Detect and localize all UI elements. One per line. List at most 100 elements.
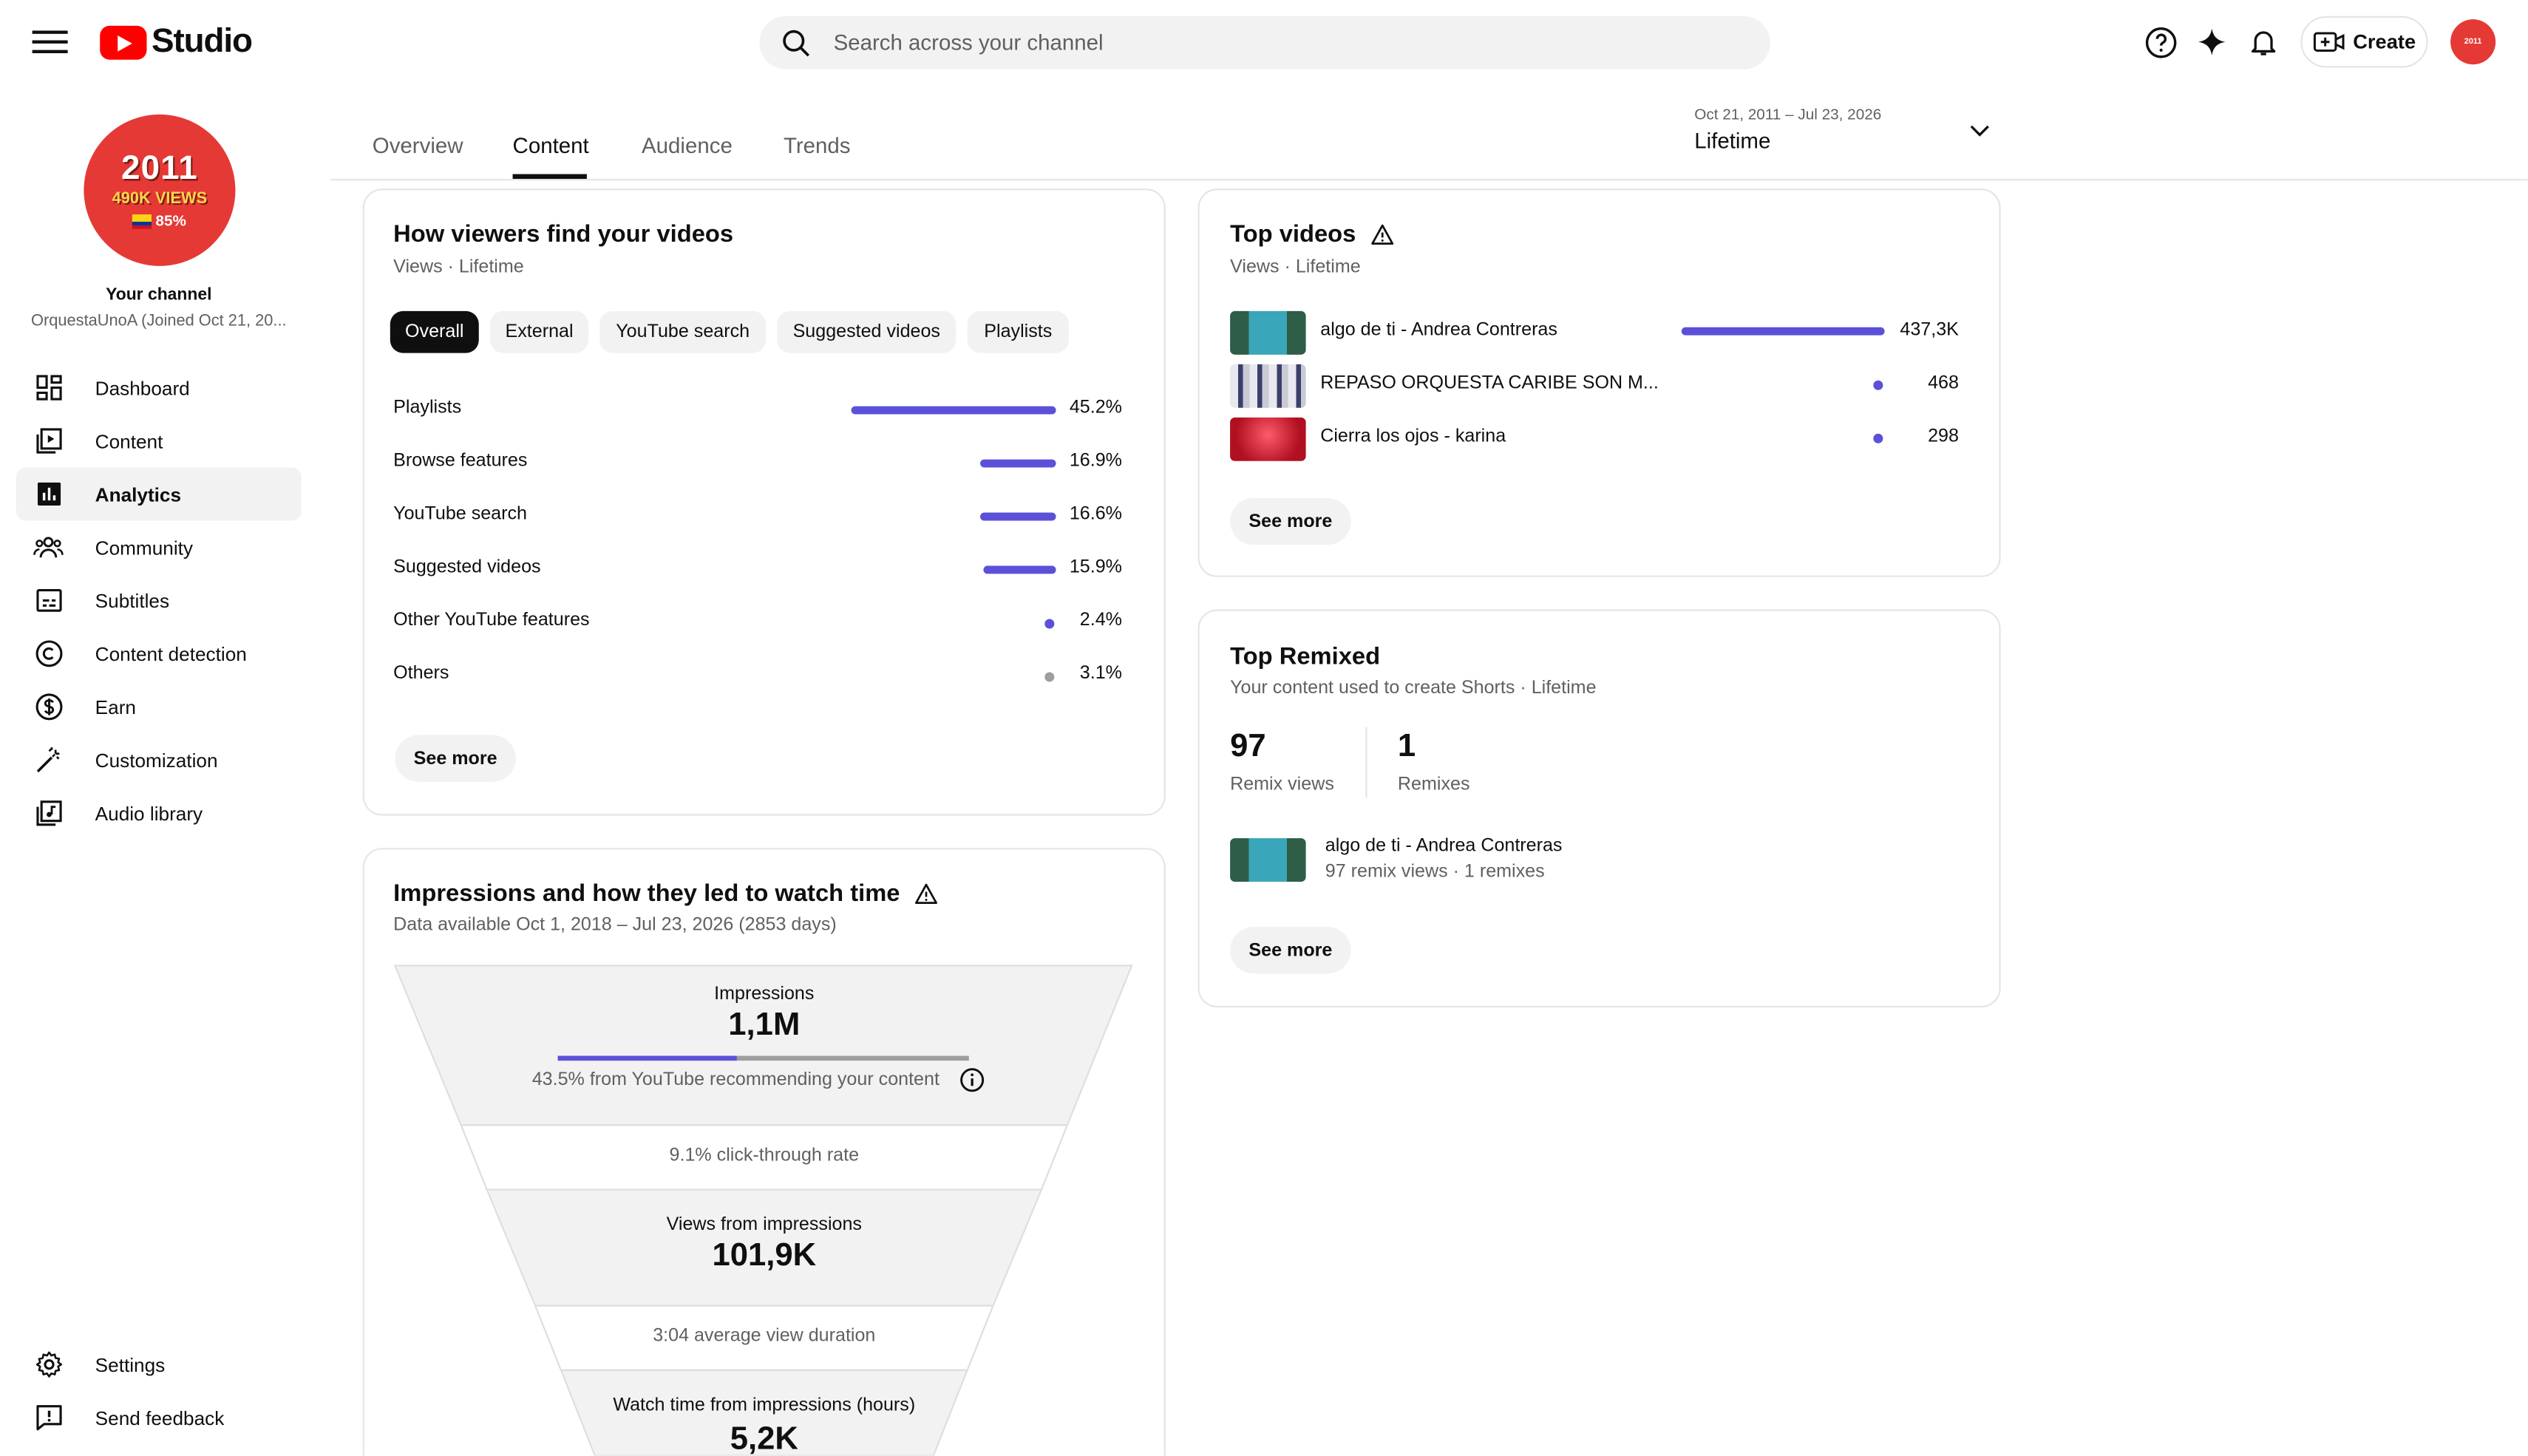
sidebar-item-earn[interactable]: Earn <box>16 680 302 733</box>
audio-library-icon <box>33 797 65 830</box>
warning-icon[interactable] <box>1370 222 1395 247</box>
sidebar-item-analytics[interactable]: Analytics <box>16 467 302 521</box>
date-period[interactable]: Lifetime <box>1694 129 1770 153</box>
sidebar-item-label: Customization <box>95 749 218 772</box>
see-more-button[interactable]: See more <box>1230 497 1351 545</box>
video-thumbnail[interactable] <box>1230 364 1306 408</box>
metric-divider <box>1365 727 1367 798</box>
remix-views-value: 97 <box>1230 728 1266 764</box>
traffic-sources-subtitle: Views · Lifetime <box>393 257 524 278</box>
video-thumbnail[interactable] <box>1230 838 1306 882</box>
account-avatar-text: 2011 <box>2464 36 2482 47</box>
tab-trends[interactable]: Trends <box>784 134 851 158</box>
traffic-source-label: Other YouTube features <box>393 610 590 630</box>
sidebar-item-audio-library[interactable]: Audio library <box>16 786 302 840</box>
traffic-sources-title: How viewers find your videos <box>393 220 734 248</box>
traffic-source-percent: 16.6% <box>1069 504 1122 524</box>
sidebar-item-customization[interactable]: Customization <box>16 733 302 786</box>
traffic-source-percent: 45.2% <box>1069 398 1122 418</box>
help-icon[interactable] <box>2139 21 2181 63</box>
search-input[interactable]: Search across your channel <box>759 16 1770 69</box>
sidebar-item-label: Analytics <box>95 483 182 506</box>
sidebar-item-label: Subtitles <box>95 589 170 612</box>
sidebar-item-label: Earn <box>95 695 136 718</box>
impressions-title: Impressions and how they led to watch ti… <box>393 880 900 908</box>
analytics-icon <box>33 478 65 511</box>
search-placeholder: Search across your channel <box>833 30 1104 55</box>
see-more-button[interactable]: See more <box>395 735 516 782</box>
traffic-source-percent: 3.1% <box>1079 664 1122 684</box>
sidebar-item-dashboard[interactable]: Dashboard <box>16 361 302 415</box>
sparkle-icon[interactable] <box>2191 21 2233 63</box>
studio-logo[interactable]: Studio <box>100 23 253 61</box>
recommend-bar-fill <box>557 1055 737 1061</box>
video-thumbnail[interactable] <box>1230 310 1306 355</box>
traffic-source-percent: 15.9% <box>1069 557 1122 577</box>
menu-icon[interactable] <box>32 26 68 58</box>
traffic-source-bar <box>851 406 1056 415</box>
bell-icon[interactable] <box>2243 21 2285 63</box>
sidebar-item-label: Audio library <box>95 802 203 825</box>
video-title[interactable]: REPASO ORQUESTA CARIBE SON M... <box>1320 374 1659 393</box>
account-avatar[interactable]: 2011 <box>2450 19 2496 65</box>
see-more-button[interactable]: See more <box>1230 927 1351 974</box>
traffic-source-bar <box>984 565 1056 574</box>
gear-icon <box>33 1348 65 1381</box>
chevron-down-icon[interactable] <box>1965 116 1994 145</box>
traffic-source-bar <box>980 512 1056 521</box>
sidebar-item-subtitles[interactable]: Subtitles <box>16 574 302 627</box>
traffic-source-percent: 2.4% <box>1079 610 1122 630</box>
dashboard-icon <box>33 372 65 404</box>
chip-playlists[interactable]: Playlists <box>967 310 1070 353</box>
top-videos-subtitle: Views · Lifetime <box>1230 257 1361 278</box>
chip-external[interactable]: External <box>490 310 589 353</box>
dollar-icon <box>33 691 65 724</box>
remixes-value: 1 <box>1397 728 1416 764</box>
sidebar-item-content-detection[interactable]: Content detection <box>16 627 302 680</box>
ctr-text: 9.1% click-through rate <box>669 1146 860 1166</box>
traffic-source-label: Browse features <box>393 451 528 471</box>
top-video-dot <box>1873 380 1883 390</box>
avatar-line3: 85% <box>155 212 186 231</box>
video-title[interactable]: Cierra los ojos - karina <box>1320 427 1506 446</box>
tab-content[interactable]: Content <box>513 134 589 158</box>
impressions-label: Impressions <box>714 984 815 1004</box>
date-range-text[interactable]: Oct 21, 2011 – Jul 23, 2026 <box>1694 106 1881 124</box>
channel-avatar[interactable]: 2011 490K VIEWS 85% <box>84 114 236 266</box>
top-video-bar <box>1681 327 1885 336</box>
tab-overview[interactable]: Overview <box>373 134 463 158</box>
community-icon <box>33 531 65 564</box>
watch-value: 5,2K <box>730 1421 798 1456</box>
traffic-source-label: YouTube search <box>393 504 527 524</box>
recommend-bar-track <box>557 1055 969 1061</box>
chip-overall[interactable]: Overall <box>390 310 479 353</box>
warning-icon[interactable] <box>914 882 939 906</box>
sidebar-item-content[interactable]: Content <box>16 415 302 468</box>
youtube-play-icon <box>100 24 147 59</box>
remixed-video-title[interactable]: algo de ti - Andrea Contreras <box>1325 837 1563 856</box>
remix-views-label: Remix views <box>1230 775 1334 795</box>
sidebar-item-settings[interactable]: Settings <box>16 1338 302 1391</box>
traffic-sources-card <box>362 188 1166 816</box>
avd-text: 3:04 average view duration <box>653 1326 876 1347</box>
traffic-source-label: Others <box>393 664 449 684</box>
create-button[interactable]: Create <box>2300 16 2428 68</box>
chip-suggested-videos[interactable]: Suggested videos <box>777 310 957 353</box>
views-value: 101,9K <box>712 1238 817 1273</box>
chip-youtube-search[interactable]: YouTube search <box>599 310 766 353</box>
avatar-line2: 490K VIEWS <box>112 190 208 208</box>
top-remixed-subtitle: Your content used to create Shorts · Lif… <box>1230 678 1597 698</box>
top-videos-title: Top videos <box>1230 220 1356 248</box>
sidebar-item-send-feedback[interactable]: Send feedback <box>16 1391 302 1444</box>
video-title[interactable]: algo de ti - Andrea Contreras <box>1320 321 1557 340</box>
top-remixed-title: Top Remixed <box>1230 643 1381 671</box>
video-thumbnail[interactable] <box>1230 417 1306 461</box>
top-videos-title-row: Top videos <box>1230 221 1395 248</box>
channel-name: OrquestaUnoA (Joined Oct 21, 20... <box>31 313 287 331</box>
remixed-video-meta: 97 remix views · 1 remixes <box>1325 862 1545 882</box>
recommend-text: 43.5% from YouTube recommending your con… <box>531 1070 939 1090</box>
tab-audience[interactable]: Audience <box>642 134 733 158</box>
views-label: Views from impressions <box>666 1215 862 1235</box>
info-icon[interactable] <box>959 1067 985 1101</box>
sidebar-item-community[interactable]: Community <box>16 520 302 574</box>
